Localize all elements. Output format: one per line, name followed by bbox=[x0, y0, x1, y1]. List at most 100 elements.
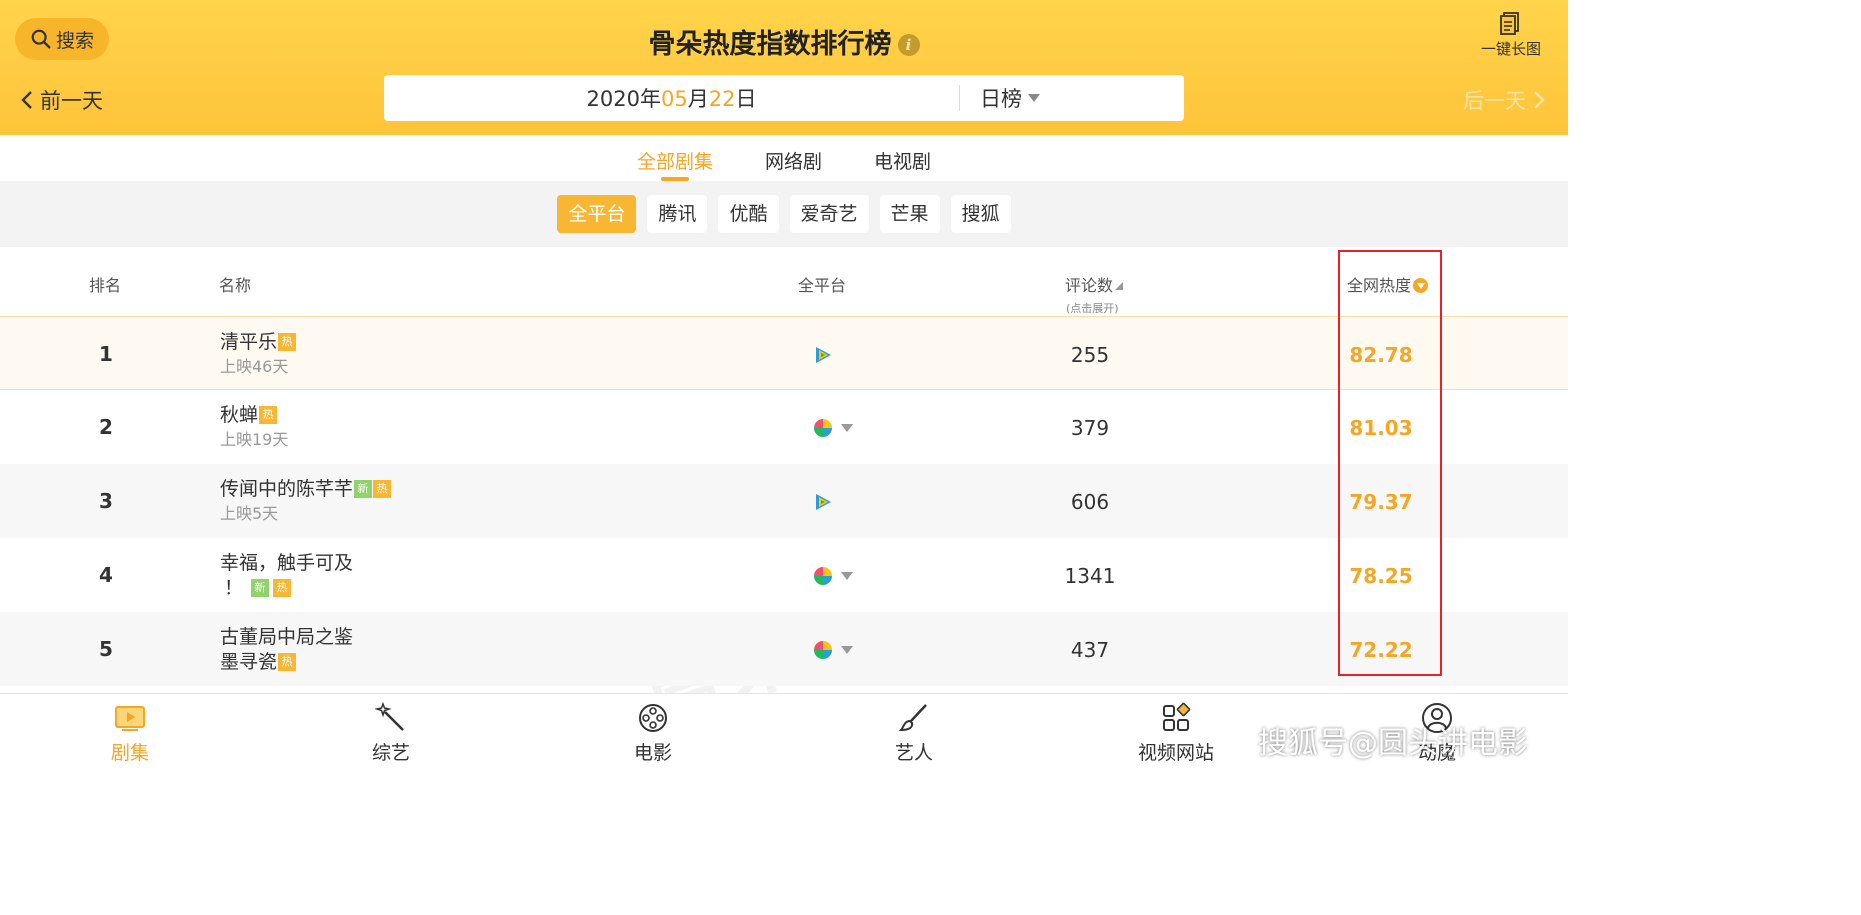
nav-series-label: 剧集 bbox=[110, 742, 149, 764]
table-row[interactable]: 2 秋蝉热 上映19天 379 81.03 bbox=[0, 390, 1568, 464]
heat-value: 78.25 bbox=[1349, 564, 1413, 588]
platform-iqiyi[interactable]: 爱奇艺 bbox=[789, 195, 869, 233]
prev-day-button[interactable]: 前一天 bbox=[20, 85, 103, 115]
rank-value: 3 bbox=[99, 489, 113, 513]
hot-badge: 热 bbox=[273, 579, 292, 597]
hot-badge: 热 bbox=[373, 480, 392, 498]
series-name[interactable]: 幸福，触手可及 ！ 新热 bbox=[220, 551, 353, 601]
magic-wand-icon bbox=[375, 702, 404, 731]
date-year: 2020 bbox=[586, 87, 640, 111]
nav-variety[interactable]: 综艺 bbox=[331, 702, 451, 765]
series-title-cont: ！ bbox=[224, 577, 244, 599]
info-icon[interactable]: i bbox=[897, 34, 920, 56]
series-name[interactable]: 传闻中的陈芊芊新热 上映5天 bbox=[220, 477, 392, 526]
series-title-cont: 墨寻瓷 bbox=[220, 651, 278, 673]
days-on-air: 上映46天 bbox=[220, 357, 289, 376]
table-row[interactable]: 3 传闻中的陈芊芊新热 上映5天 606 79.37 bbox=[0, 464, 1568, 538]
expand-platforms-icon[interactable] bbox=[841, 646, 853, 654]
next-day-button[interactable]: 后一天 bbox=[1463, 85, 1546, 115]
multi-platform-icon bbox=[814, 641, 832, 659]
page-title-text: 骨朵热度指数排行榜 bbox=[648, 29, 892, 60]
multi-platform-icon bbox=[814, 567, 832, 585]
platform-mango[interactable]: 芒果 bbox=[879, 195, 940, 233]
nav-variety-label: 综艺 bbox=[371, 742, 410, 764]
column-header-rank: 排名 bbox=[89, 276, 122, 295]
date-year-unit: 年 bbox=[639, 87, 661, 111]
series-title: 古董局中局之鉴 bbox=[220, 626, 354, 648]
nav-artist-label: 艺人 bbox=[894, 742, 933, 764]
platform-cell[interactable] bbox=[813, 640, 853, 660]
column-header-platform: 全平台 bbox=[798, 276, 847, 295]
series-title: 秋蝉 bbox=[220, 404, 259, 426]
table-header: 排名 名称 全平台 评论数 (点击展开) 全网热度 bbox=[0, 247, 1568, 317]
rank-value: 4 bbox=[99, 563, 113, 587]
chevron-left-icon bbox=[21, 91, 32, 109]
page-title: 骨朵热度指数排行榜 i bbox=[0, 22, 1568, 61]
column-header-heat[interactable]: 全网热度 bbox=[1347, 272, 1429, 296]
sohu-watermark: 搜狐号@圆头讲电影 bbox=[1258, 726, 1528, 761]
platform-cell[interactable] bbox=[813, 418, 853, 438]
comments-header-label: 评论数 bbox=[1065, 276, 1114, 295]
table-row[interactable]: 4 幸福，触手可及 ！ 新热 1341 78.25 bbox=[0, 538, 1568, 612]
nav-movie-label: 电影 bbox=[633, 742, 672, 764]
tab-web-series[interactable]: 网络剧 bbox=[765, 135, 822, 181]
hot-badge: 热 bbox=[278, 653, 297, 671]
table-row[interactable]: 1 清平乐热 上映46天 255 82.78 bbox=[0, 316, 1568, 390]
nav-artist[interactable]: 艺人 bbox=[854, 702, 974, 765]
next-day-label: 后一天 bbox=[1463, 89, 1526, 113]
hot-badge: 热 bbox=[259, 406, 278, 424]
table-row[interactable]: 5 古董局中局之鉴 墨寻瓷热 437 72.22 bbox=[0, 612, 1568, 686]
platform-cell[interactable] bbox=[813, 492, 833, 512]
days-on-air: 上映19天 bbox=[220, 430, 289, 449]
new-badge: 新 bbox=[251, 579, 270, 597]
date-month: 05 bbox=[660, 87, 688, 111]
expand-platforms-icon[interactable] bbox=[841, 424, 853, 432]
platform-cell[interactable] bbox=[813, 345, 833, 365]
rank-value: 1 bbox=[99, 342, 113, 366]
long-image-label: 一键长图 bbox=[1480, 40, 1541, 58]
comment-count: 1341 bbox=[1064, 564, 1116, 588]
date-selector[interactable]: 2020年05月22日 日榜 bbox=[384, 75, 1184, 121]
date-display[interactable]: 2020年05月22日 bbox=[384, 83, 959, 113]
tab-tv-series[interactable]: 电视剧 bbox=[874, 135, 931, 181]
series-name[interactable]: 秋蝉热 上映19天 bbox=[220, 403, 288, 452]
sort-desc-icon bbox=[1413, 278, 1429, 293]
series-title: 传闻中的陈芊芊 bbox=[220, 478, 354, 500]
nav-movie[interactable]: 电影 bbox=[593, 702, 713, 765]
rank-value: 5 bbox=[99, 637, 113, 661]
rank-type-dropdown[interactable]: 日榜 bbox=[960, 83, 1040, 113]
date-day-unit: 日 bbox=[735, 87, 757, 111]
heat-value: 81.03 bbox=[1349, 416, 1413, 440]
rank-value: 2 bbox=[99, 415, 113, 439]
platform-cell[interactable] bbox=[813, 566, 853, 586]
tv-icon bbox=[115, 706, 145, 731]
series-name[interactable]: 清平乐热 上映46天 bbox=[220, 330, 297, 379]
film-reel-icon bbox=[639, 704, 667, 732]
platform-youku[interactable]: 优酷 bbox=[718, 195, 779, 233]
nav-series[interactable]: 剧集 bbox=[70, 702, 190, 765]
nav-video-sites[interactable]: 视频网站 bbox=[1116, 702, 1236, 765]
nav-video-sites-label: 视频网站 bbox=[1137, 742, 1214, 764]
comments-expand-hint[interactable]: (点击展开) bbox=[1066, 300, 1119, 316]
platform-sohu[interactable]: 搜狐 bbox=[950, 195, 1011, 233]
platform-all[interactable]: 全平台 bbox=[557, 195, 637, 233]
expand-platforms-icon[interactable] bbox=[841, 572, 853, 580]
chevron-right-icon bbox=[1534, 91, 1545, 109]
series-title: 幸福，触手可及 bbox=[220, 552, 354, 574]
platform-tencent[interactable]: 腾讯 bbox=[647, 195, 708, 233]
tab-all-series[interactable]: 全部剧集 bbox=[637, 135, 713, 181]
heat-header-label: 全网热度 bbox=[1347, 276, 1412, 295]
comment-count: 437 bbox=[1070, 638, 1110, 662]
heat-value: 79.37 bbox=[1349, 490, 1413, 514]
new-badge: 新 bbox=[354, 480, 373, 498]
date-month-unit: 月 bbox=[687, 87, 709, 111]
heat-value: 82.78 bbox=[1349, 343, 1413, 367]
sort-icon bbox=[1115, 282, 1124, 290]
column-header-comments[interactable]: 评论数 bbox=[1065, 272, 1124, 296]
brush-icon bbox=[898, 704, 927, 732]
grid-apps-icon bbox=[1163, 702, 1191, 731]
long-image-button[interactable]: 一键长图 bbox=[1479, 12, 1543, 59]
platform-filters: 全平台 腾讯 优酷 爱奇艺 芒果 搜狐 bbox=[0, 181, 1568, 247]
series-title: 清平乐 bbox=[220, 331, 278, 353]
series-name[interactable]: 古董局中局之鉴 墨寻瓷热 bbox=[220, 625, 353, 675]
